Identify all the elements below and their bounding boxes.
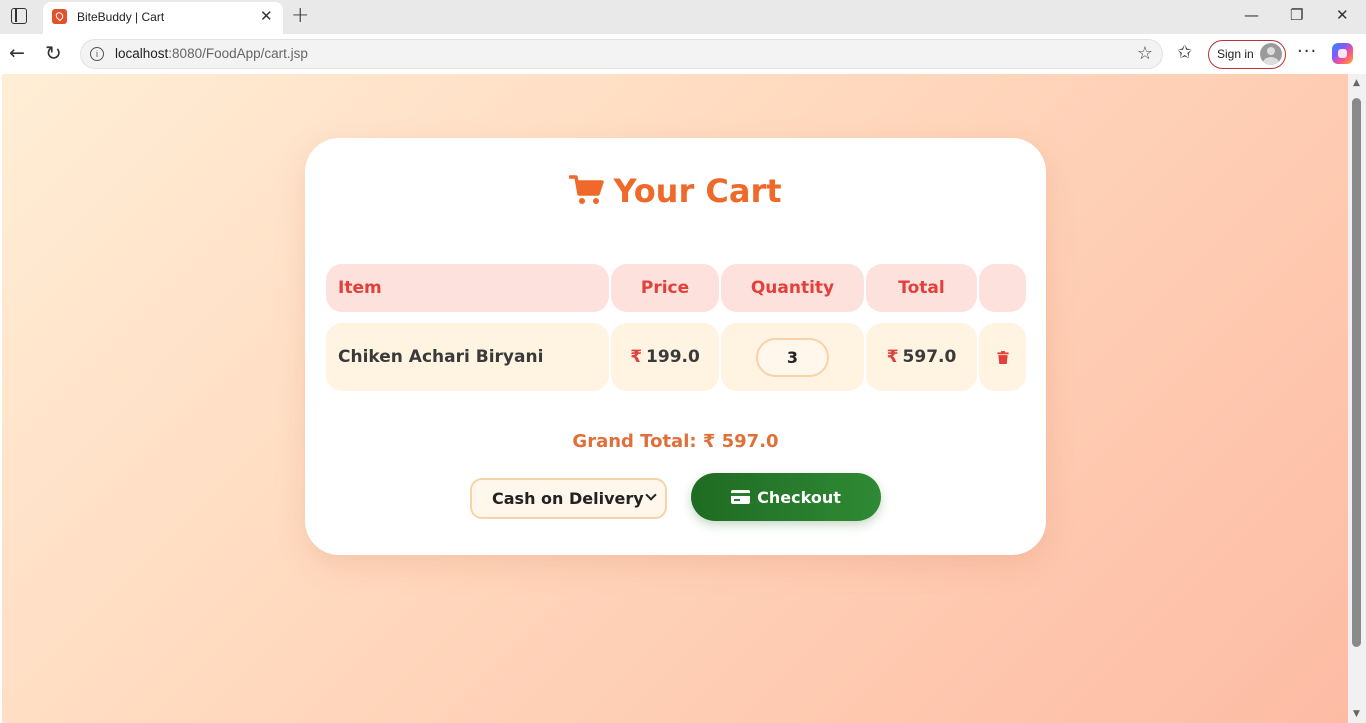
header-item: Item [326,264,609,312]
browser-tab[interactable]: BiteBuddy | Cart ✕ [43,2,283,34]
rupee-symbol: ₹ [630,347,643,367]
copilot-icon[interactable] [1332,43,1353,64]
checkout-button[interactable]: Checkout [691,473,881,521]
credit-card-icon [731,490,751,504]
site-info-icon[interactable]: i [90,47,104,61]
grand-total: Grand Total: ₹ 597.0 [572,431,779,452]
cart-title-text: Your Cart [613,172,782,210]
url-host: localhost [115,46,169,61]
table-row-action [979,323,1026,391]
page-title: Your Cart [305,172,1046,210]
scrollbar[interactable]: ▲ ▼ [1348,74,1366,723]
header-total: Total [866,264,977,312]
site-favicon-icon [52,9,67,24]
browser-tab-bar: BiteBuddy | Cart ✕ + — ❐ ✕ [0,0,1366,34]
back-arrow-icon[interactable]: ← [9,42,25,64]
table-row-quantity [721,323,864,391]
tab-close-icon[interactable]: ✕ [260,7,273,25]
chevron-down-icon [645,489,657,501]
table-row-price: ₹ 199.0 [611,323,719,391]
payment-method-value: Cash on Delivery [492,489,644,508]
trash-icon[interactable] [996,350,1009,364]
header-action [979,264,1026,312]
address-bar[interactable]: i localhost:8080/FoodApp/cart.jsp ☆ [80,39,1163,69]
avatar [1260,43,1282,65]
tab-title: BiteBuddy | Cart [77,10,165,24]
shopping-cart-icon [569,175,605,204]
table-row-item-name: Chiken Achari Biryani [326,323,609,391]
scroll-thumb[interactable] [1352,98,1361,647]
table-row-total: ₹ 597.0 [866,323,977,391]
header-item-label: Item [338,278,382,298]
url-path: :8080/FoodApp/cart.jsp [168,46,308,61]
minimize-icon[interactable]: — [1244,6,1259,24]
browser-toolbar: ← ↻ i localhost:8080/FoodApp/cart.jsp ☆ … [0,34,1366,74]
payment-method-select[interactable]: Cash on Delivery [470,478,667,519]
window-close-icon[interactable]: ✕ [1336,6,1349,24]
favorites-icon[interactable]: ✩ [1177,42,1192,63]
url-text: localhost:8080/FoodApp/cart.jsp [115,46,308,61]
header-price: Price [611,264,719,312]
item-price: 199.0 [646,347,700,367]
favorite-star-icon[interactable]: ☆ [1137,43,1153,64]
scroll-down-icon[interactable]: ▼ [1353,709,1360,719]
sign-in-label: Sign in [1217,47,1254,61]
header-total-label: Total [898,278,945,298]
restore-icon[interactable]: ❐ [1290,6,1303,24]
new-tab-icon[interactable]: + [291,3,309,28]
header-price-label: Price [640,278,690,298]
quantity-input[interactable] [756,337,829,377]
header-quantity: Quantity [721,264,864,312]
page-background: Your Cart Item Price Quantity Total Chik… [2,74,1348,723]
scroll-up-icon[interactable]: ▲ [1353,78,1360,88]
reload-icon[interactable]: ↻ [45,41,62,65]
item-name: Chiken Achari Biryani [338,347,544,367]
tab-actions-icon[interactable] [11,8,27,24]
header-quantity-label: Quantity [750,278,835,298]
rupee-symbol: ₹ [886,347,899,367]
item-total: 597.0 [902,347,957,367]
more-options-icon[interactable]: ··· [1297,41,1317,62]
checkout-label: Checkout [757,487,841,507]
sign-in-button[interactable]: Sign in [1208,40,1286,69]
cart-card: Your Cart Item Price Quantity Total Chik… [305,138,1046,555]
